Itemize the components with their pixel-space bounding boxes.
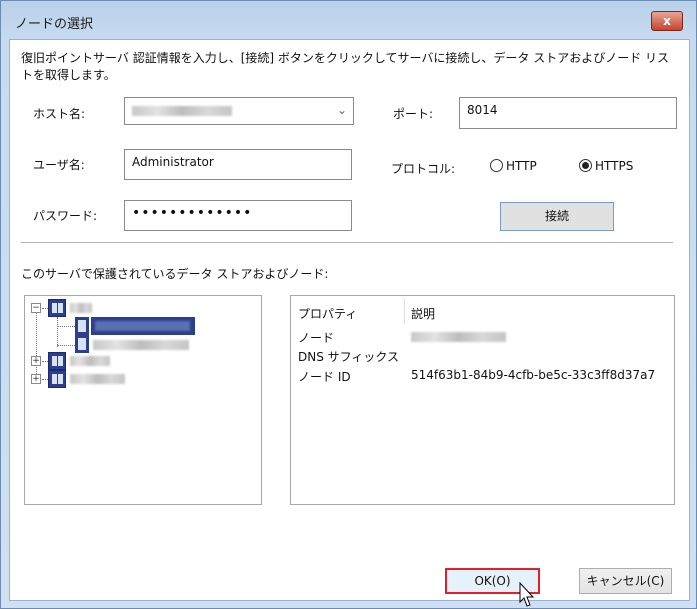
user-label: ユーザ名: [33,158,85,172]
radio-http-label: HTTP [506,159,537,173]
chevron-down-icon[interactable]: ⌄ [337,103,347,117]
user-input[interactable]: Administrator [124,149,352,180]
radio-https[interactable]: HTTPS [579,159,633,173]
radio-http[interactable]: HTTP [490,159,537,173]
separator [21,242,673,243]
datastore-tree[interactable]: − + + [24,295,262,505]
collapse-icon[interactable]: − [31,303,41,313]
tree-item-redacted[interactable] [70,374,125,384]
host-value-redacted [132,106,232,116]
cancel-button[interactable]: キャンセル(C) [579,568,672,594]
tree-label: このサーバで保護されているデータ ストアおよびノード: [21,267,329,281]
protocol-label: プロトコル: [391,162,456,176]
expand-icon[interactable]: + [31,374,41,384]
column-header-description[interactable]: 説明 [411,305,435,322]
property-value-redacted [411,332,506,342]
property-name: ノード [298,331,335,345]
tree-item-selected[interactable] [91,317,195,335]
radio-https-label: HTTPS [595,159,634,173]
server-node-icon [48,352,66,370]
tree-item-redacted[interactable] [70,356,110,366]
mouse-cursor-icon [519,582,535,607]
tree-item-redacted[interactable] [93,340,189,350]
property-value: 514f63b1-84b9-4cfb-be5c-33c3ff8d37a7 [411,368,656,382]
column-header-property[interactable]: プロパティ [298,305,357,322]
close-button[interactable]: x [651,11,683,31]
property-name: ノード ID [298,370,351,384]
password-label: パスワード: [33,209,98,223]
password-input[interactable]: ••••••••••••• [124,200,352,231]
radio-http-circle[interactable] [490,159,503,172]
server-node-icon [48,299,66,317]
connect-button[interactable]: 接続 [500,202,614,231]
expand-icon[interactable]: + [31,356,41,366]
host-label: ホスト名: [33,107,86,121]
port-input[interactable]: 8014 [459,97,677,129]
datastore-icon [75,317,89,335]
server-node-icon [48,370,66,388]
port-label: ポート: [393,107,434,121]
tree-item-redacted[interactable] [70,303,92,313]
dialog-window: ノードの選択 x 復旧ポイントサーバ 認証情報を入力し、[接続] ボタンをクリッ… [0,0,697,609]
radio-https-circle[interactable] [579,159,592,172]
instruction-text: 復旧ポイントサーバ 認証情報を入力し、[接続] ボタンをクリックしてサーバに接続… [21,51,670,82]
property-name: DNS サフィックス [298,350,400,364]
host-combobox[interactable]: ⌄ [124,97,354,125]
dialog-content: 復旧ポイントサーバ 認証情報を入力し、[接続] ボタンをクリックしてサーバに接続… [9,39,690,601]
dialog-title: ノードの選択 [15,17,94,32]
properties-list[interactable]: プロパティ 説明 ノード DNS サフィックス ノード ID 514f63b1-… [290,295,675,505]
datastore-icon [75,335,89,353]
